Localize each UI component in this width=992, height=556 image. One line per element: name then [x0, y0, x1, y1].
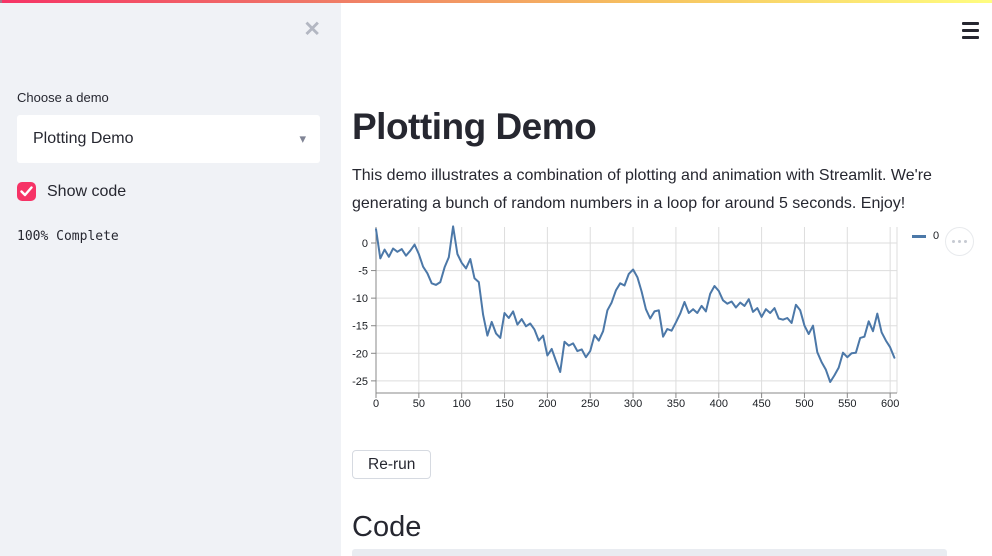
svg-text:0: 0 — [373, 398, 379, 410]
line-chart: 0 50 100 150 200 250 300 350 400 450 500 550 600 0 -5 -… — [352, 225, 992, 415]
hamburger-icon — [962, 22, 979, 25]
svg-text:600: 600 — [881, 398, 899, 410]
chart-legend: 0 — [912, 230, 939, 242]
svg-text:-25: -25 — [352, 376, 368, 388]
svg-text:300: 300 — [624, 398, 642, 410]
svg-text:400: 400 — [710, 398, 728, 410]
chart-options-button[interactable] — [945, 227, 974, 256]
streamlit-app: ✕ Choose a demo Plotting Demo ▾ Show cod… — [0, 0, 992, 556]
checkmark-icon — [20, 186, 33, 197]
rerun-button[interactable]: Re-run — [352, 450, 432, 479]
demo-selectbox[interactable]: Plotting Demo ▾ — [17, 115, 320, 163]
svg-text:550: 550 — [838, 398, 856, 410]
svg-text:-20: -20 — [352, 348, 368, 360]
legend-line-swatch — [912, 235, 926, 238]
page-title: Plotting Demo — [352, 106, 597, 147]
svg-text:50: 50 — [413, 398, 425, 410]
ellipsis-icon — [951, 239, 956, 244]
chevron-down-icon: ▾ — [299, 131, 306, 146]
selectbox-value: Plotting Demo — [33, 130, 134, 147]
svg-text:350: 350 — [667, 398, 685, 410]
svg-text:500: 500 — [795, 398, 813, 410]
hamburger-menu-button[interactable] — [962, 22, 979, 39]
close-icon: ✕ — [303, 18, 321, 41]
sidebar-close-button[interactable]: ✕ — [303, 19, 321, 40]
svg-text:0: 0 — [362, 238, 368, 250]
sidebar: ✕ Choose a demo Plotting Demo ▾ Show cod… — [0, 3, 341, 556]
svg-text:200: 200 — [538, 398, 556, 410]
code-block-top — [352, 549, 947, 556]
svg-text:150: 150 — [495, 398, 513, 410]
svg-text:-5: -5 — [358, 266, 368, 278]
svg-text:100: 100 — [453, 398, 471, 410]
svg-text:450: 450 — [752, 398, 770, 410]
legend-label: 0 — [933, 230, 940, 242]
progress-text: 100% Complete — [17, 229, 119, 244]
svg-text:-10: -10 — [352, 293, 368, 305]
svg-text:-15: -15 — [352, 321, 368, 333]
main-content: Plotting Demo This demo illustrates a co… — [341, 3, 992, 556]
checkbox-checked-icon[interactable] — [17, 182, 36, 201]
selectbox-label: Choose a demo — [17, 90, 109, 105]
checkbox-label: Show code — [47, 182, 127, 200]
show-code-checkbox[interactable]: Show code — [17, 182, 126, 201]
description-text: This demo illustrates a combination of p… — [352, 167, 932, 212]
chart-canvas: 0 50 100 150 200 250 300 350 400 450 500 550 600 0 -5 -… — [352, 225, 899, 410]
svg-text:250: 250 — [581, 398, 599, 410]
code-heading: Code — [352, 511, 422, 543]
